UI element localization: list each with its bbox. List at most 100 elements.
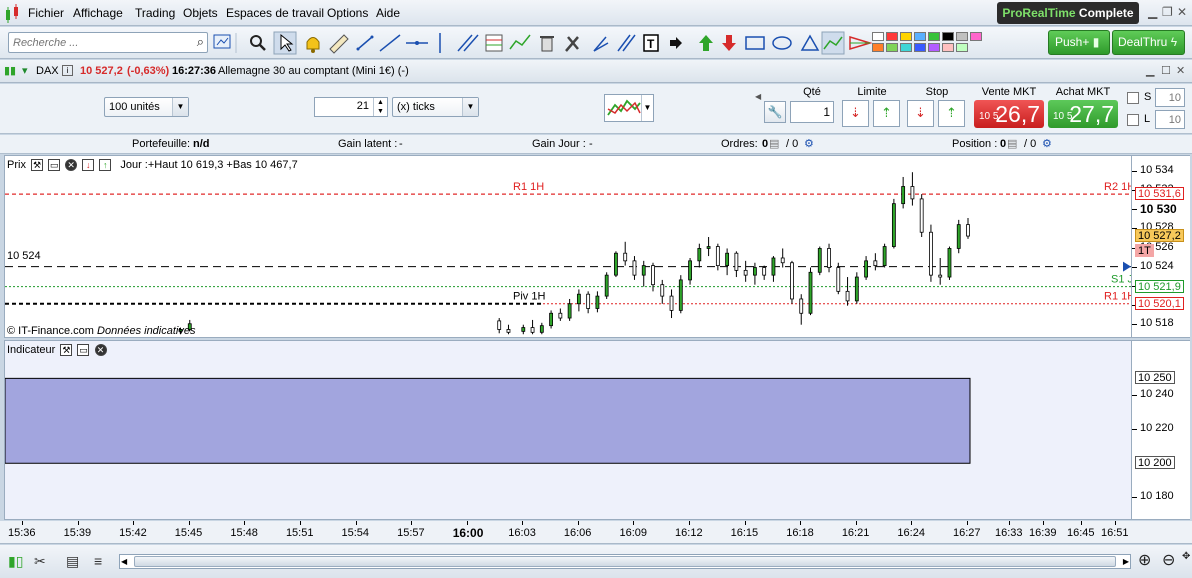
stepper-arrows-icon[interactable]: ▲ ▼ xyxy=(373,98,387,116)
position-list-icon[interactable]: ▤ xyxy=(1007,135,1017,154)
position-settings-icon[interactable]: ⚙ xyxy=(1042,135,1052,154)
scrollbar[interactable]: ◀ ▶ xyxy=(119,554,1131,569)
dealthru-button[interactable]: DealThru ϟ xyxy=(1112,30,1185,55)
channel-icon[interactable] xyxy=(457,34,479,52)
indicator-axis[interactable]: 10 240 10 220 10 180 10 250 10 200 xyxy=(1132,340,1190,520)
close-icon[interactable]: ✕ xyxy=(1177,5,1187,19)
pattern-icon[interactable] xyxy=(849,35,873,51)
stop-sell-button[interactable]: ⇣ xyxy=(907,100,934,127)
arrow-right-icon[interactable] xyxy=(670,37,682,49)
line-chart-icon[interactable] xyxy=(821,31,845,55)
l-input[interactable] xyxy=(1155,110,1185,129)
maximize-icon[interactable]: ▭ xyxy=(77,344,90,357)
limit-buy-button[interactable]: ⇡ xyxy=(873,100,900,127)
cursor-icon[interactable] xyxy=(273,31,297,55)
zoom-out-icon[interactable]: ⊖ xyxy=(1162,550,1175,570)
info-icon[interactable]: i xyxy=(62,65,73,76)
chart-mode-dropdown[interactable]: ▼ xyxy=(604,94,654,122)
indicator-chart[interactable] xyxy=(5,341,1132,520)
orders-settings-icon[interactable]: ⚙ xyxy=(804,135,814,154)
menu-options[interactable]: Options xyxy=(327,6,368,20)
restore-icon[interactable]: ❐ xyxy=(1162,5,1173,19)
panel-maximize-icon[interactable]: ☐ xyxy=(1161,60,1171,83)
list-icon[interactable]: ≡ xyxy=(94,553,102,569)
maximize-icon[interactable]: ▭ xyxy=(48,159,61,172)
move-down-icon[interactable]: ↓ xyxy=(82,159,95,172)
wrench-icon[interactable]: ⚒ xyxy=(31,159,44,172)
trendline-icon[interactable] xyxy=(356,35,374,51)
extended-line-icon[interactable] xyxy=(379,34,401,52)
qty-input[interactable] xyxy=(790,101,834,123)
limit-sell-button[interactable]: ⇣ xyxy=(842,100,869,127)
collapse-arrow-icon[interactable]: ◀ xyxy=(755,86,761,130)
reset-zoom-icon[interactable]: ✥ xyxy=(1182,551,1190,562)
time-axis[interactable]: 15:36 15:39 15:42 15:45 15:48 15:51 15:54 15:57… xyxy=(0,521,1192,544)
swatch-0[interactable] xyxy=(872,32,884,41)
scrollbar-thumb[interactable] xyxy=(134,556,1116,567)
delete-icon[interactable] xyxy=(540,36,554,52)
tools-icon[interactable] xyxy=(565,36,579,52)
instrument-color-icon[interactable]: ▾ xyxy=(22,60,28,83)
instrument-name[interactable]: DAX xyxy=(36,60,59,83)
wrench-icon[interactable]: 🔧 xyxy=(764,101,786,123)
document-icon[interactable]: ▤ xyxy=(66,553,79,570)
indicator-panel[interactable]: Indicateur ⚒ ▭ ✕ xyxy=(4,340,1132,520)
swatch-11[interactable] xyxy=(914,43,926,52)
price-chart[interactable]: R2 1H R1 1H Piv 1H R1 1H S1 J xyxy=(5,156,1132,338)
fibonacci-icon[interactable] xyxy=(485,34,503,52)
swatch-6[interactable] xyxy=(956,32,968,41)
fan-icon[interactable] xyxy=(593,36,609,52)
polyline-icon[interactable] xyxy=(509,34,531,50)
triangle-icon[interactable] xyxy=(800,34,820,51)
screen-icon[interactable] xyxy=(213,34,231,49)
rectangle-icon[interactable] xyxy=(745,36,765,50)
swatch-4[interactable] xyxy=(928,32,940,41)
buy-market-button[interactable]: 10 5 27,7 xyxy=(1048,100,1118,128)
swatch-14[interactable] xyxy=(956,43,968,52)
panel-close-icon[interactable]: ✕ xyxy=(1176,60,1185,83)
swatch-8[interactable] xyxy=(872,43,884,52)
ticks-unit-dropdown[interactable]: (x) ticks ▼ xyxy=(392,97,479,117)
menu-fichier[interactable]: Fichier xyxy=(28,6,64,20)
units-dropdown[interactable]: 100 unités ▼ xyxy=(104,97,189,117)
ruler-icon[interactable] xyxy=(329,34,349,54)
text-tool-icon[interactable]: T xyxy=(643,34,659,52)
menu-espaces-de-travail[interactable]: Espaces de travail xyxy=(226,6,324,20)
swatch-2[interactable] xyxy=(900,32,912,41)
scroll-right-icon[interactable]: ▶ xyxy=(1123,555,1129,568)
sell-market-button[interactable]: 10 5 26,7 xyxy=(974,100,1044,128)
panel-minimize-icon[interactable]: ▁ xyxy=(1146,60,1154,83)
swatch-3[interactable] xyxy=(914,32,926,41)
zoom-in-icon[interactable]: ⊕ xyxy=(1138,550,1151,570)
scissors-icon[interactable]: ✂ xyxy=(34,553,46,570)
alert-bell-icon[interactable] xyxy=(306,37,320,54)
ellipse-icon[interactable] xyxy=(772,36,792,50)
swatch-13[interactable] xyxy=(942,43,954,52)
s-input[interactable] xyxy=(1155,88,1185,107)
parallel-icon[interactable] xyxy=(617,34,636,52)
swatch-9[interactable] xyxy=(886,43,898,52)
menu-aide[interactable]: Aide xyxy=(376,6,400,20)
price-axis[interactable]: 10 53410 53210 53010 52810 52610 52410 5… xyxy=(1132,155,1190,338)
swatch-1[interactable] xyxy=(886,32,898,41)
arrow-up-icon[interactable] xyxy=(699,35,713,51)
candlestick-icon[interactable]: ▮▯ xyxy=(8,553,23,570)
swatch-7[interactable] xyxy=(970,32,982,41)
swatch-12[interactable] xyxy=(928,43,940,52)
stop-buy-button[interactable]: ⇡ xyxy=(938,100,965,127)
s-checkbox[interactable] xyxy=(1127,92,1139,104)
search-input[interactable] xyxy=(9,33,184,52)
menu-affichage[interactable]: Affichage xyxy=(73,6,123,20)
ticks-stepper[interactable]: 21 ▲ ▼ xyxy=(314,97,388,117)
menu-trading[interactable]: Trading xyxy=(135,6,175,20)
swatch-10[interactable] xyxy=(900,43,912,52)
move-up-icon[interactable]: ↑ xyxy=(99,159,112,172)
close-icon[interactable]: ✕ xyxy=(94,344,107,357)
scroll-left-icon[interactable]: ◀ xyxy=(121,555,127,568)
orders-list-icon[interactable]: ▤ xyxy=(769,135,779,154)
l-checkbox[interactable] xyxy=(1127,114,1139,126)
search-icon[interactable]: ⌕ xyxy=(197,34,204,50)
wrench-icon[interactable]: ⚒ xyxy=(60,344,73,357)
close-icon[interactable]: ✕ xyxy=(65,159,78,172)
price-chart-panel[interactable]: R2 1H R1 1H Piv 1H R1 1H S1 J Prix ⚒ ▭ ✕ ↓ ↑… xyxy=(4,155,1132,338)
